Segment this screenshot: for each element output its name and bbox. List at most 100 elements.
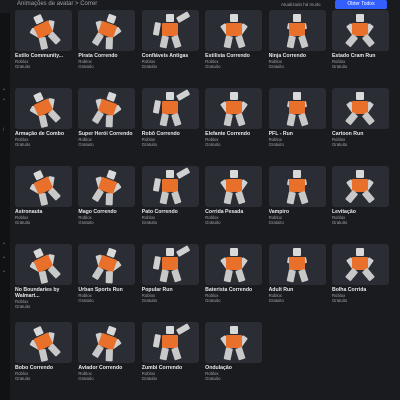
avatar-animation-thumbnail[interactable] (141, 10, 199, 51)
avatar-animation-thumbnail[interactable] (15, 88, 72, 129)
sidebar-marker[interactable]: i (3, 128, 6, 133)
avatar-animation-thumbnail[interactable] (78, 88, 136, 129)
avatar-animation-thumbnail[interactable] (268, 10, 326, 51)
avatar-animation-thumbnail[interactable] (78, 244, 136, 285)
catalog-item-card[interactable]: Adult Run Roblox Gratuito (268, 244, 326, 314)
catalog-item-card[interactable]: Confiáveis Antigas Roblox Gratuito (141, 10, 199, 80)
catalog-item-card[interactable]: No Boundaries by Walmart... Roblox Gratuit… (15, 244, 72, 314)
catalog-item-card[interactable]: Estilista Correndo Roblox Gratuito (205, 10, 263, 80)
avatar-leg-r (47, 342, 61, 357)
catalog-item-card[interactable]: Urban Sports Run Roblox Gratuito (78, 244, 136, 314)
avatar-leg-l (159, 346, 170, 360)
avatar-torso (225, 178, 242, 192)
avatar-figure-icon (150, 10, 191, 49)
catalog-item-card[interactable]: Baterista Correndo Roblox Gratuito (205, 244, 263, 314)
avatar-leg-r (47, 264, 61, 279)
avatar-leg-r (47, 108, 61, 123)
sidebar-marker[interactable]: • (3, 256, 6, 261)
avatar-head (229, 247, 238, 256)
catalog-item-card[interactable]: Bolha Corrida Roblox Gratuito (331, 244, 389, 314)
avatar-animation-thumbnail[interactable] (15, 166, 72, 207)
avatar-animation-thumbnail[interactable] (141, 166, 199, 207)
catalog-item-card[interactable]: Pirata Correndo Roblox Gratuito (78, 10, 136, 80)
avatar-animation-thumbnail[interactable] (205, 244, 263, 285)
avatar-arm-l (153, 99, 162, 114)
avatar-leg-r (362, 189, 376, 203)
get-all-button[interactable]: Obter Todos (335, 0, 387, 9)
avatar-animation-thumbnail[interactable] (141, 244, 199, 285)
avatar-animation-thumbnail[interactable] (268, 88, 326, 129)
catalog-item-card[interactable]: Mago Correndo Roblox Gratuito (78, 166, 136, 236)
avatar-animation-thumbnail[interactable] (268, 166, 326, 207)
avatar-animation-thumbnail[interactable] (141, 322, 199, 363)
item-price: Gratuito (268, 298, 284, 303)
avatar-figure-icon (277, 91, 317, 127)
catalog-item-card[interactable]: Super Herói Correndo Roblox Gratuito (78, 88, 136, 158)
catalog-item-card[interactable]: Popular Run Roblox Gratuito (141, 244, 199, 314)
avatar-animation-thumbnail[interactable] (331, 88, 389, 129)
catalog-item-card[interactable]: Elefante Correndo Roblox Gratuito (205, 88, 263, 158)
avatar-figure-icon (214, 325, 254, 361)
avatar-animation-thumbnail[interactable] (331, 10, 389, 51)
sidebar-marker[interactable]: • (3, 270, 6, 275)
avatar-animation-thumbnail[interactable] (15, 322, 72, 363)
item-name[interactable]: No Boundaries by Walmart... (15, 287, 72, 299)
avatar-figure-icon (214, 169, 254, 205)
avatar-animation-thumbnail[interactable] (141, 88, 199, 129)
catalog-item-card[interactable]: Zumbi Correndo Roblox Gratuito (141, 322, 199, 392)
avatar-head (356, 247, 365, 256)
catalog-item-card[interactable]: Ninja Correndo Roblox Gratuito (268, 10, 326, 80)
catalog-item-card[interactable]: Levitação Roblox Gratuito (331, 166, 389, 236)
catalog-item-card[interactable]: Estado Cram Run Roblox Gratuito (331, 10, 389, 80)
avatar-animation-thumbnail[interactable] (205, 88, 263, 129)
sidebar-marker[interactable]: • (3, 242, 6, 247)
avatar-animation-thumbnail[interactable] (205, 10, 263, 51)
avatar-head (356, 169, 365, 178)
avatar-animation-thumbnail[interactable] (205, 166, 263, 207)
catalog-item-card[interactable]: Pato Correndo Roblox Gratuito (141, 166, 199, 236)
breadcrumb[interactable]: Animações de avatar > Correr (17, 1, 97, 7)
avatar-animation-thumbnail[interactable] (78, 322, 136, 363)
avatar-figure-icon (150, 88, 191, 127)
item-price: Gratuito (141, 376, 158, 381)
catalog-item-card[interactable]: Armação de Combo Roblox Gratuito (15, 88, 72, 158)
avatar-leg-r (362, 111, 376, 125)
item-price: Gratuito (78, 376, 94, 381)
avatar-head (293, 13, 302, 22)
avatar-animation-thumbnail[interactable] (15, 10, 72, 51)
item-price: Gratuito (78, 220, 94, 225)
avatar-leg-r (171, 346, 182, 360)
avatar-animation-thumbnail[interactable] (205, 322, 263, 363)
sidebar-marker[interactable]: • (3, 98, 6, 103)
sidebar-marker[interactable]: • (3, 88, 6, 93)
avatar-head (166, 13, 175, 22)
catalog-item-card[interactable]: Astronauta Roblox Gratuito (15, 166, 72, 236)
avatar-animation-thumbnail[interactable] (78, 10, 136, 51)
avatar-animation-thumbnail[interactable] (331, 244, 389, 285)
catalog-item-card[interactable]: Cartoon Run Roblox Gratuito (331, 88, 389, 158)
catalog-item-card[interactable]: Estilo Community... Roblox Gratuito (15, 10, 72, 80)
catalog-item-card[interactable]: Corrida Pesada Roblox Gratuito (205, 166, 263, 236)
avatar-leg-l (38, 270, 48, 284)
item-price: Gratuito (15, 304, 31, 309)
avatar-animation-thumbnail[interactable] (268, 244, 326, 285)
avatar-figure-icon (82, 244, 132, 285)
avatar-figure-icon (18, 322, 69, 363)
catalog-item-card[interactable]: Ondulação Roblox Gratuito (205, 322, 263, 392)
avatar-animation-thumbnail[interactable] (331, 166, 389, 207)
avatar-animation-thumbnail[interactable] (15, 244, 72, 285)
avatar-animation-thumbnail[interactable] (78, 166, 136, 207)
catalog-item-card[interactable]: Bobo Correndo Roblox Gratuito (15, 322, 72, 392)
avatar-head (293, 91, 302, 100)
avatar-leg-r (298, 34, 309, 48)
avatar-torso (162, 100, 179, 114)
catalog-item-card[interactable]: Robô Correndo Roblox Gratuito (141, 88, 199, 158)
avatar-leg-l (91, 31, 104, 46)
avatar-leg-l (223, 346, 233, 360)
avatar-figure-icon (150, 166, 191, 205)
catalog-item-card[interactable]: Aviador Correndo Roblox Gratuito (78, 322, 136, 392)
catalog-item-card[interactable]: Vampiro Roblox Gratuito (268, 166, 326, 236)
update-note: Atualizado há muito (281, 2, 321, 7)
catalog-item-card[interactable]: PFL - Run Roblox Gratuito (268, 88, 326, 158)
avatar-figure-icon (82, 166, 132, 207)
